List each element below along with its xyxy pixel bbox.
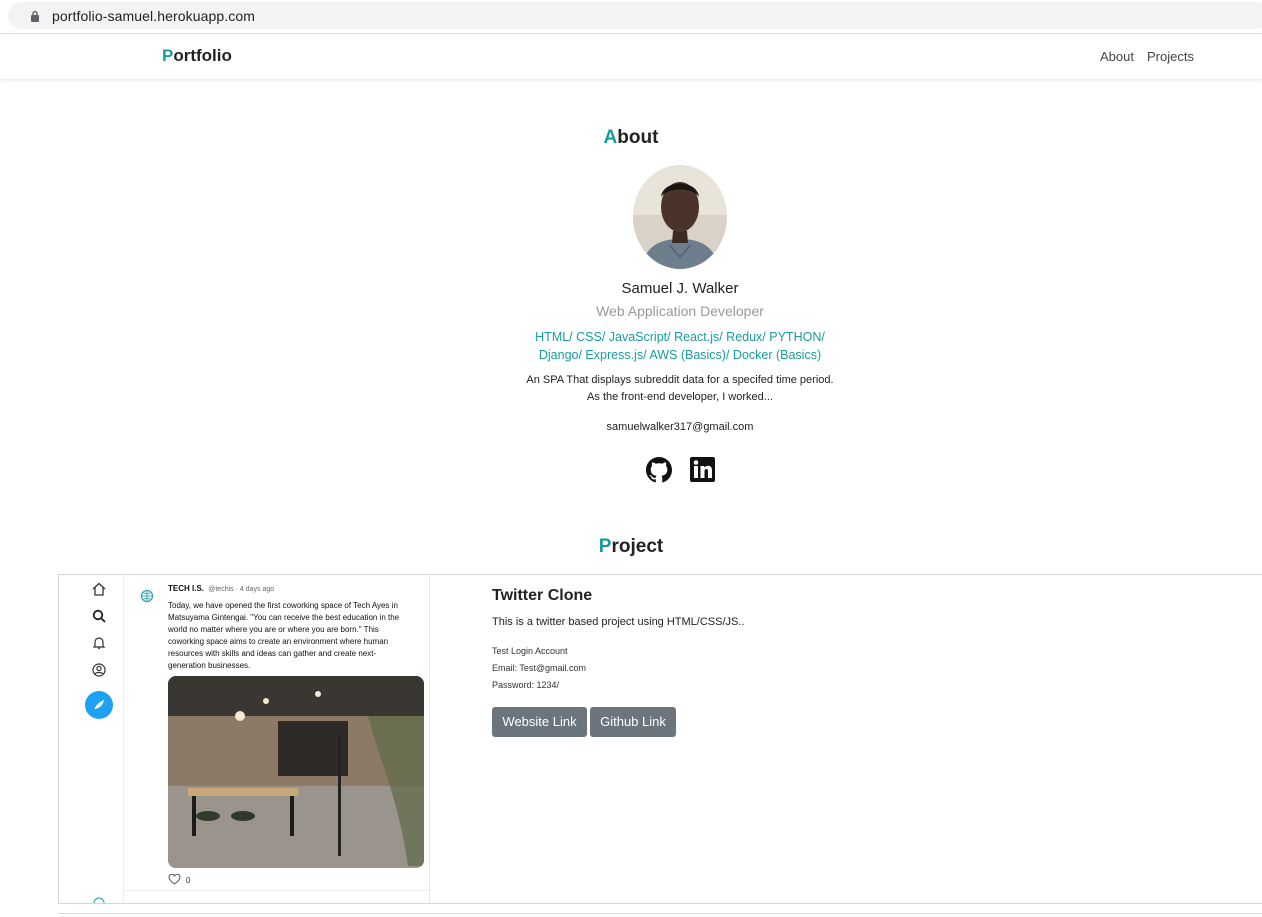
tweet-line: resources with skills and ideas can gath…	[168, 649, 377, 658]
project-screenshot: TECH I.S. @techis · 4 days ago Today, we…	[59, 575, 430, 903]
browser-url-bar: portfolio-samuel.herokuapp.com	[0, 0, 1262, 33]
avatar	[633, 165, 727, 269]
nav-link-about[interactable]: About	[1100, 49, 1134, 64]
about-description-1: An SPA That displays subreddit data for …	[526, 374, 834, 386]
about-title-rest: bout	[617, 127, 659, 148]
address-bar[interactable]: portfolio-samuel.herokuapp.com	[8, 2, 1262, 29]
like-count: 0	[186, 876, 191, 885]
brand-logo[interactable]: Portfolio	[162, 46, 232, 66]
lock-icon	[31, 10, 39, 22]
url-text: portfolio-samuel.herokuapp.com	[52, 8, 255, 24]
tweet-text: Today, we have opened the first coworkin…	[168, 600, 428, 672]
tweet-line: coworking space aims to create an enviro…	[168, 637, 389, 646]
tweet-handle: @techis · 4 days ago	[208, 586, 275, 593]
brand-text: ortfolio	[173, 46, 232, 65]
profile-icon	[92, 663, 106, 677]
test-account-email: Email: Test@gmail.com	[492, 663, 586, 673]
project-title-rest: roject	[611, 536, 664, 557]
compose-tweet-icon	[85, 691, 113, 719]
nav-link-projects[interactable]: Projects	[1147, 49, 1194, 64]
project-title-initial: P	[598, 536, 612, 557]
tweet-line: Matsuyama Gintengai. "You can receive th…	[168, 613, 400, 622]
screenshot-sidebar	[59, 575, 124, 903]
about-description-2: As the front-end developer, I worked...	[587, 391, 773, 403]
test-account-label: Test Login Account	[492, 646, 568, 656]
contact-email[interactable]: samuelwalker317@gmail.com	[480, 421, 880, 433]
tweet-line: generation businesses.	[168, 661, 251, 670]
project-name: Twitter Clone	[492, 587, 593, 604]
about-title-initial: A	[603, 127, 618, 148]
developer-name: Samuel J. Walker	[621, 280, 739, 297]
heart-icon	[168, 874, 181, 885]
tweet-line: Today, we have opened the first coworkin…	[168, 601, 398, 610]
about-title: About	[0, 127, 1262, 149]
tweet-line: world no matter where you are or where y…	[168, 625, 379, 634]
bell-icon	[92, 637, 106, 649]
tweet-author: TECH I.S.	[168, 584, 205, 593]
tweet-author-row: TECH I.S. @techis · 4 days ago	[168, 584, 274, 593]
globe-avatar-icon	[139, 588, 155, 604]
home-icon	[92, 582, 106, 596]
project-title: Project	[0, 536, 1262, 558]
globe-icon-partial	[93, 897, 105, 903]
tweet-divider	[123, 890, 429, 891]
website-link-button[interactable]: Website Link	[492, 707, 587, 737]
brand-initial: P	[162, 46, 174, 65]
bottom-divider	[58, 913, 1262, 914]
skills-line-1: HTML/ CSS/ JavaScript/ React.js/ Redux/ …	[535, 330, 825, 344]
github-link-button[interactable]: Github Link	[590, 707, 676, 737]
skills-line-2: Django/ Express.js/ AWS (Basics)/ Docker…	[538, 348, 822, 362]
github-icon[interactable]	[646, 457, 672, 483]
linkedin-icon[interactable]	[690, 457, 715, 482]
search-icon	[92, 609, 106, 623]
tweet-photo	[168, 676, 424, 868]
developer-role: Web Application Developer	[596, 303, 764, 319]
project-description: This is a twitter based project using HT…	[492, 616, 745, 628]
test-account-password: Password: 1234/	[492, 680, 560, 690]
site-navbar: Portfolio About Projects	[0, 33, 1262, 79]
